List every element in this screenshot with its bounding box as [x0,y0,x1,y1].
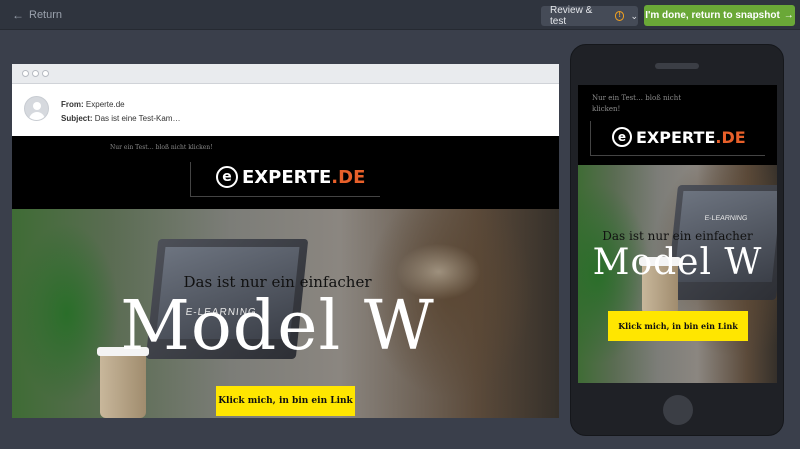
mobile-logo-main: EXPERTE [636,127,716,147]
review-label: Review & test [550,5,593,27]
desktop-preview: From: Experte.de Subject: Das ist eine T… [12,64,559,418]
logo-divider [190,162,191,196]
warning-icon: ! [614,11,625,21]
from-value: Experte.de [85,100,125,109]
phone-screen: Nur ein Test… bloß nicht klicken! e EXPE… [578,85,777,383]
arrow-right-icon: → [783,10,794,21]
mobile-logo-de: .DE [715,127,746,147]
from-row: From: Experte.de [61,98,180,112]
chevron-down-icon: ⌄ [630,10,638,21]
done-return-button[interactable]: I'm done, return to snapshot → [644,5,795,26]
experte-logo-icon: e [612,127,632,147]
logo-divider [190,196,380,197]
mobile-preheader-line1: Nur ein Test… bloß nicht [592,94,682,102]
return-button[interactable]: ← Return [12,8,62,22]
back-arrow-icon: ← [12,8,24,22]
window-dot-icon [22,70,29,77]
email-body: Nur ein Test… bloß nicht klicken! e EXPE… [12,136,559,418]
mobile-experte-logo: e EXPERTE .DE [612,127,746,147]
mobile-hero-subtitle: Das ist nur ein einfacher [602,229,753,243]
window-chrome [12,64,559,84]
experte-logo-icon: e [216,166,238,188]
subject-value: Das ist eine Test-Kam… [94,114,181,123]
avatar-icon [24,96,49,121]
hero-image: E-LEARNING Das ist nur ein einfacher Mod… [12,209,559,418]
mobile-preheader-line2: klicken! [592,105,621,113]
mobile-hero-image: E-LEARNING Das ist nur ein einfacher Mod… [578,165,777,383]
hero-title: Model W [120,287,435,366]
phone-speaker [655,63,699,69]
mobile-screen-label: E-LEARNING [704,215,748,222]
email-header: From: Experte.de Subject: Das ist eine T… [12,84,559,136]
logo-divider [590,121,591,155]
done-label: I'm done, return to snapshot [645,10,780,21]
from-label: From: [61,100,84,109]
window-dot-icon [42,70,49,77]
return-label: Return [29,9,63,21]
mobile-hero-title: Model W [592,242,763,283]
logo-de: .DE [331,166,366,188]
logo-divider [590,155,765,156]
logo-main: EXPERTE [242,166,332,188]
mobile-cta-button[interactable]: Klick mich, in bin ein Link [608,311,748,341]
email-header-band: Nur ein Test… bloß nicht klicken! e EXPE… [12,136,559,209]
cta-button[interactable]: Klick mich, in bin ein Link [216,386,355,416]
experte-logo: e EXPERTE .DE [216,166,365,188]
preheader-text: Nur ein Test… bloß nicht klicken! [110,144,213,151]
review-test-dropdown[interactable]: Review & test ! ⌄ [541,5,638,27]
subject-label: Subject: [61,114,93,123]
window-dot-icon [32,70,39,77]
mobile-preview: Nur ein Test… bloß nicht klicken! e EXPE… [570,44,784,436]
mobile-preheader: Nur ein Test… bloß nicht klicken! [592,93,702,115]
subject-row: Subject: Das ist eine Test-Kam… [61,112,180,126]
email-meta: From: Experte.de Subject: Das ist eine T… [61,98,180,126]
top-bar: ← Return Review & test ! ⌄ I'm done, ret… [0,0,800,30]
home-button[interactable] [663,395,693,425]
